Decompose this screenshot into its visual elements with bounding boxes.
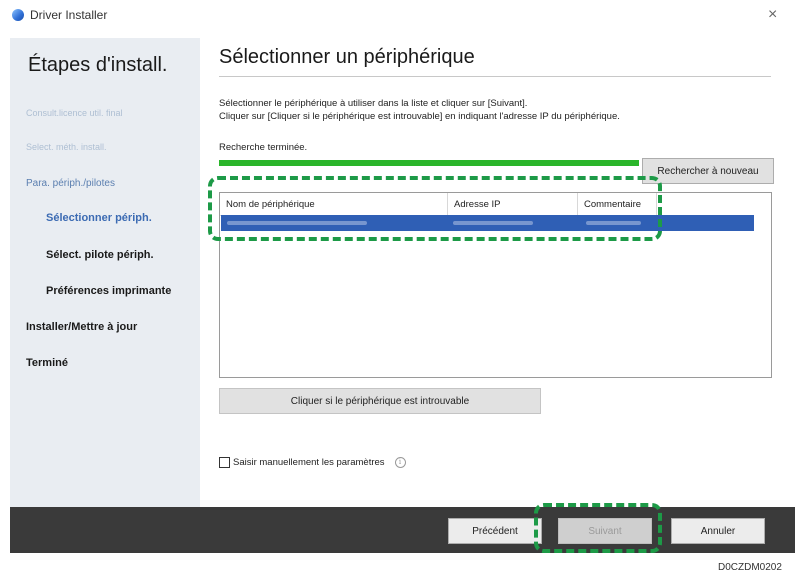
installer-window: Driver Installer × Étapes d'install. Con… <box>0 0 795 555</box>
step-printer-preferences: Préférences imprimante <box>46 285 172 297</box>
instruction-line-1: Sélectionner le périphérique à utiliser … <box>219 98 528 109</box>
instruction-line-2: Cliquer sur [Cliquer si le périphérique … <box>219 111 620 122</box>
column-comment[interactable]: Commentaire <box>578 193 657 215</box>
column-ip-address[interactable]: Adresse IP <box>448 193 578 215</box>
step-select-driver: Sélect. pilote périph. <box>46 249 154 261</box>
next-button[interactable]: Suivant <box>558 518 652 544</box>
driver-installer-app-icon <box>12 9 24 21</box>
redacted-comment <box>586 221 641 225</box>
sidebar-title: Étapes d'install. <box>28 54 168 76</box>
cancel-button[interactable]: Annuler <box>671 518 765 544</box>
step-install-update: Installer/Mettre à jour <box>26 321 138 333</box>
main-panel: Sélectionner un périphérique Sélectionne… <box>200 30 795 507</box>
search-again-button[interactable]: Rechercher à nouveau <box>642 158 774 184</box>
manual-settings-checkbox[interactable] <box>219 456 230 468</box>
device-list[interactable]: Nom de périphérique Adresse IP Commentai… <box>219 192 772 378</box>
close-window-button[interactable]: × <box>768 6 777 24</box>
window-title: Driver Installer <box>30 8 108 22</box>
document-code: D0CZDM0202 <box>718 562 782 573</box>
search-progress-fill <box>219 160 639 166</box>
step-finished: Terminé <box>26 357 68 369</box>
step-select-device: Sélectionner périph. <box>46 212 152 224</box>
redacted-device-name <box>227 221 367 225</box>
step-install-method: Select. méth. install. <box>26 142 107 152</box>
step-device-driver-params: Para. périph./pilotes <box>26 178 115 189</box>
device-list-header: Nom de périphérique Adresse IP Commentai… <box>220 193 657 216</box>
page-title: Sélectionner un périphérique <box>219 46 475 68</box>
device-not-found-button[interactable]: Cliquer si le périphérique est introuvab… <box>219 388 541 414</box>
device-row-selected[interactable] <box>221 215 754 231</box>
install-steps-sidebar: Étapes d'install. Consult.licence util. … <box>10 38 200 507</box>
title-divider <box>219 76 771 77</box>
column-device-name[interactable]: Nom de périphérique <box>220 193 448 215</box>
footer-bar: Précédent Suivant Annuler <box>10 507 795 553</box>
info-icon[interactable]: i <box>394 456 406 468</box>
search-progress-bar <box>219 160 639 166</box>
title-bar: Driver Installer × <box>0 0 795 30</box>
search-status: Recherche terminée. <box>219 142 308 153</box>
step-license: Consult.licence util. final <box>26 108 123 118</box>
manual-settings-label[interactable]: Saisir manuellement les paramètres <box>233 457 385 468</box>
manual-settings-row: Saisir manuellement les paramètres i <box>219 454 406 470</box>
previous-button[interactable]: Précédent <box>448 518 542 544</box>
redacted-ip-address <box>453 221 533 225</box>
